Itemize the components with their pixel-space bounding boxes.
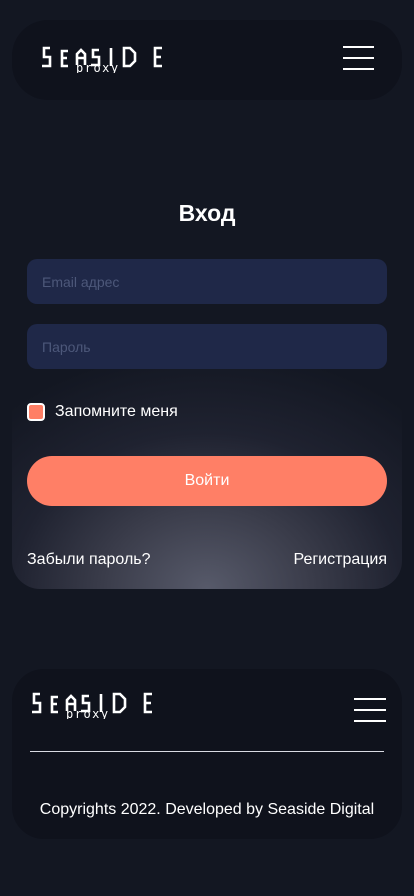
menu-line <box>354 720 386 722</box>
menu-line <box>354 709 386 711</box>
svg-text:proxy: proxy <box>76 61 120 73</box>
register-link[interactable]: Регистрация <box>293 551 387 569</box>
seaside-proxy-logo[interactable]: proxy <box>30 689 154 719</box>
email-input[interactable] <box>27 259 387 304</box>
copyright-text: Copyrights 2022. Developed by Seaside Di… <box>39 801 375 818</box>
remember-me-toggle[interactable]: Запомните меня <box>27 403 178 421</box>
seaside-proxy-logo[interactable]: proxy <box>40 43 164 73</box>
login-card: Вход Запомните меня Войти Забыли пароль?… <box>12 170 402 589</box>
menu-line <box>343 46 374 48</box>
svg-text:proxy: proxy <box>66 707 110 719</box>
footer-divider <box>30 751 384 752</box>
forgot-password-link[interactable]: Забыли пароль? <box>27 551 151 569</box>
hamburger-menu-icon[interactable] <box>354 698 386 724</box>
remember-me-checkbox[interactable] <box>27 403 45 421</box>
menu-line <box>343 57 374 59</box>
password-input[interactable] <box>27 324 387 369</box>
hamburger-menu-icon[interactable] <box>343 46 374 72</box>
login-submit-button[interactable]: Войти <box>27 456 387 506</box>
login-title: Вход <box>178 200 236 226</box>
remember-me-label: Запомните меня <box>55 403 178 420</box>
site-footer: proxy Copyrights 2022. Developed by Seas… <box>12 669 402 839</box>
menu-line <box>354 698 386 700</box>
site-header: proxy <box>12 20 402 100</box>
menu-line <box>343 68 374 70</box>
